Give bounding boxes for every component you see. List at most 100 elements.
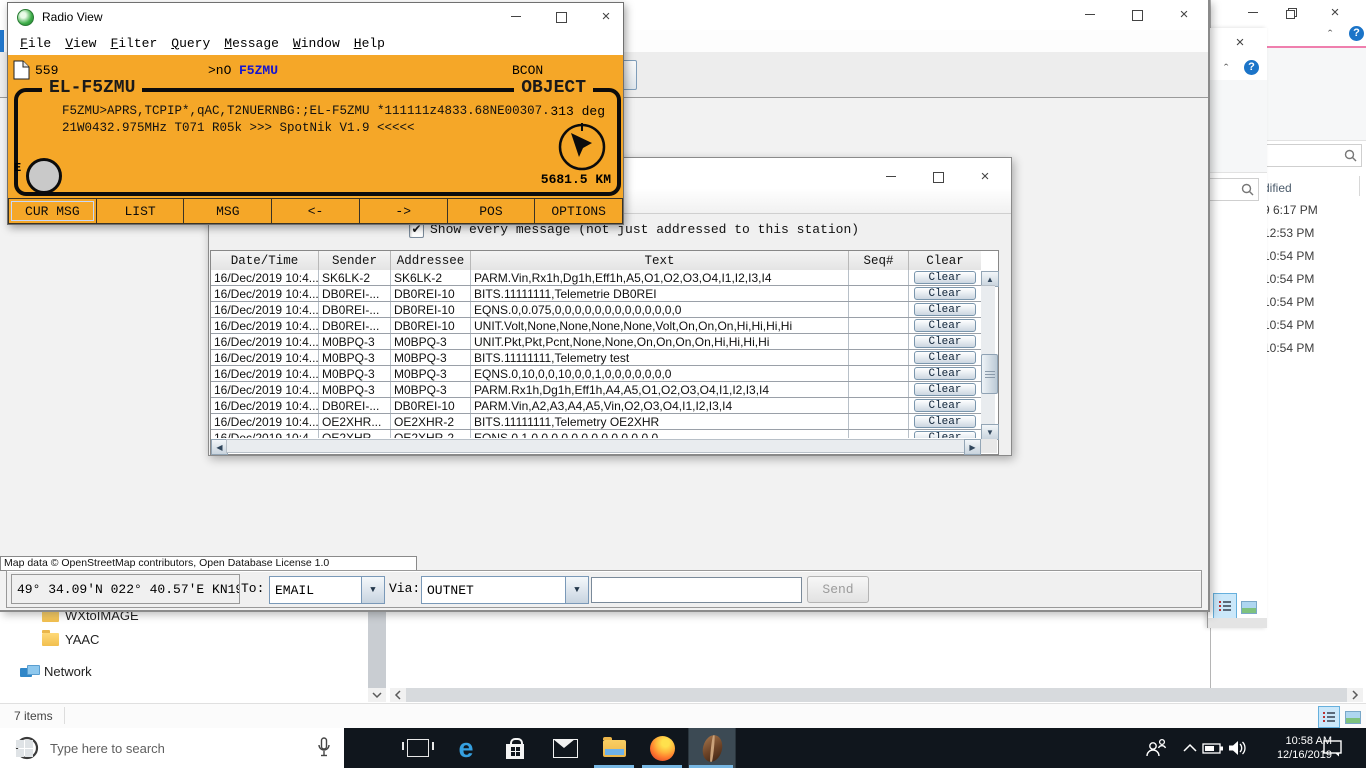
vscroll-down-button[interactable]: ▼ (981, 424, 999, 440)
search-input[interactable] (1208, 178, 1259, 201)
table-row[interactable]: 16/Dec/2019 10:4... M0BPQ-3 M0BPQ-3 PARM.Rx… (211, 382, 981, 398)
close-button[interactable]: × (963, 166, 1007, 188)
column-header-addressee[interactable]: Addressee (391, 251, 471, 270)
ribbon-collapse-icon[interactable]: ˆ (1328, 27, 1332, 42)
search-input[interactable] (1260, 144, 1362, 167)
column-separator[interactable] (1359, 176, 1360, 196)
radio-view-titlebar[interactable]: Radio View × (8, 3, 623, 31)
message-input[interactable] (591, 577, 802, 603)
minimize-button[interactable] (1068, 4, 1112, 26)
close-button[interactable]: × (1313, 2, 1357, 24)
vscroll-thumb[interactable] (981, 354, 998, 394)
column-header-text[interactable]: Text (471, 251, 849, 270)
hscroll-right-button[interactable] (1347, 688, 1363, 702)
hscroll-right-button[interactable]: ▶ (964, 439, 981, 455)
close-button[interactable]: × (1220, 32, 1260, 54)
taskbar-item-file-explorer[interactable] (590, 728, 638, 768)
clear-button[interactable]: Clear (914, 271, 976, 284)
column-header-clear[interactable]: Clear (909, 251, 981, 270)
action-center-icon[interactable] (1322, 739, 1344, 757)
table-row[interactable]: 16/Dec/2019 10:4... OE2XHR... OE2XHR-2 EQNS… (211, 430, 981, 438)
radio-button-pos[interactable]: POS (446, 198, 535, 224)
taskbar-item-yaac[interactable] (688, 728, 736, 768)
minimize-button[interactable] (494, 6, 538, 28)
table-row[interactable]: 16/Dec/2019 10:4... DB0REI-... DB0REI-10 EQ… (211, 302, 981, 318)
thumbnails-view-button[interactable] (1238, 596, 1260, 618)
table-row[interactable]: 16/Dec/2019 10:4... M0BPQ-3 M0BPQ-3 UNIT.Pk… (211, 334, 981, 350)
maximize-button[interactable] (1115, 4, 1159, 26)
clear-button[interactable]: Clear (914, 303, 976, 316)
clear-button[interactable]: Clear (914, 287, 976, 300)
sidebar-item-network[interactable]: Network (20, 664, 92, 679)
taskbar-item-edge[interactable]: e (442, 728, 490, 768)
clear-button[interactable]: Clear (914, 399, 976, 412)
help-icon[interactable]: ? (1349, 26, 1364, 41)
table-row[interactable]: 16/Dec/2019 10:4... DB0REI-... DB0REI-10 BI… (211, 286, 981, 302)
help-icon[interactable]: ? (1244, 60, 1259, 75)
maximize-button[interactable] (539, 6, 583, 28)
column-header-seq[interactable]: Seq# (849, 251, 909, 270)
close-button[interactable]: × (1162, 4, 1206, 26)
clear-button[interactable]: Clear (914, 319, 976, 332)
column-header-datetime[interactable]: Date/Time (211, 251, 319, 270)
combo-arrow-icon[interactable]: ▼ (565, 576, 589, 604)
radio-button-->[interactable]: -> (358, 198, 447, 224)
menu-item-view[interactable]: View (65, 36, 96, 51)
column-header-date-modified[interactable]: dified (1263, 181, 1292, 195)
to-combobox[interactable]: EMAIL ▼ (269, 576, 385, 604)
sidebar-item-yaac[interactable]: YAAC (42, 630, 99, 647)
hscroll-track[interactable] (406, 688, 1347, 702)
restore-button[interactable] (1269, 2, 1313, 24)
clear-button[interactable]: Clear (914, 335, 976, 348)
menu-item-file[interactable]: File (20, 36, 51, 51)
via-combobox[interactable]: OUTNET ▼ (421, 576, 589, 604)
close-button[interactable]: × (584, 6, 628, 28)
column-header-sender[interactable]: Sender (319, 251, 391, 270)
ribbon-collapse-icon[interactable]: ˆ (1224, 61, 1228, 76)
people-icon[interactable] (1144, 737, 1168, 759)
thumbnails-view-button[interactable] (1342, 706, 1364, 728)
microphone-icon[interactable] (316, 736, 332, 760)
combo-arrow-icon[interactable]: ▼ (361, 576, 385, 604)
table-row[interactable]: 16/Dec/2019 10:4... SK6LK-2 SK6LK-2 PARM.Vi… (211, 270, 981, 286)
minimize-button[interactable] (869, 166, 913, 188)
send-button[interactable]: Send (807, 576, 869, 603)
tree-scrollbar-thumb[interactable] (368, 608, 386, 688)
menu-item-message[interactable]: Message (224, 36, 279, 51)
taskbar-item-store[interactable] (490, 728, 540, 768)
taskbar-search[interactable]: Type here to search (0, 728, 344, 768)
tray-expand-chevron-icon[interactable] (1182, 742, 1198, 754)
menu-item-help[interactable]: Help (354, 36, 385, 51)
hscroll-track[interactable] (226, 439, 966, 453)
radio-button-msg[interactable]: MSG (183, 198, 272, 224)
table-row[interactable]: 16/Dec/2019 10:4... DB0REI-... DB0REI-10 PA… (211, 398, 981, 414)
menu-item-window[interactable]: Window (293, 36, 340, 51)
clear-button[interactable]: Clear (914, 351, 976, 364)
menu-item-query[interactable]: Query (171, 36, 210, 51)
clear-button[interactable]: Clear (914, 415, 976, 428)
table-row[interactable]: 16/Dec/2019 10:4... M0BPQ-3 M0BPQ-3 BITS.11… (211, 350, 981, 366)
start-button[interactable] (0, 728, 48, 768)
hscroll-left-button[interactable] (390, 688, 406, 702)
show-every-message-checkbox[interactable]: ✔ (409, 223, 424, 238)
radio-button--[interactable]: <- (271, 198, 359, 224)
battery-icon[interactable] (1202, 741, 1224, 755)
speaker-icon[interactable] (1227, 739, 1247, 757)
details-view-button[interactable] (1318, 706, 1340, 728)
table-row[interactable]: 16/Dec/2019 10:4... DB0REI-... DB0REI-10 UN… (211, 318, 981, 334)
tree-scroll-down-button[interactable] (368, 688, 386, 702)
task-view-button[interactable] (394, 728, 442, 768)
details-view-button[interactable] (1213, 593, 1237, 619)
table-row[interactable]: 16/Dec/2019 10:4... OE2XHR... OE2XHR-2 BITS… (211, 414, 981, 430)
radio-button-options[interactable]: OPTIONS (534, 198, 624, 224)
radio-button-list[interactable]: LIST (95, 198, 184, 224)
maximize-button[interactable] (916, 166, 960, 188)
clear-button[interactable]: Clear (914, 367, 976, 380)
clear-button[interactable]: Clear (914, 431, 976, 438)
menu-item-filter[interactable]: Filter (110, 36, 157, 51)
table-row[interactable]: 16/Dec/2019 10:4... M0BPQ-3 M0BPQ-3 EQNS.0,… (211, 366, 981, 382)
clear-button[interactable]: Clear (914, 383, 976, 396)
taskbar-item-mail[interactable] (540, 728, 590, 768)
radio-button-cur-msg[interactable]: CUR MSG (8, 198, 96, 224)
taskbar-item-firefox[interactable] (638, 728, 686, 768)
